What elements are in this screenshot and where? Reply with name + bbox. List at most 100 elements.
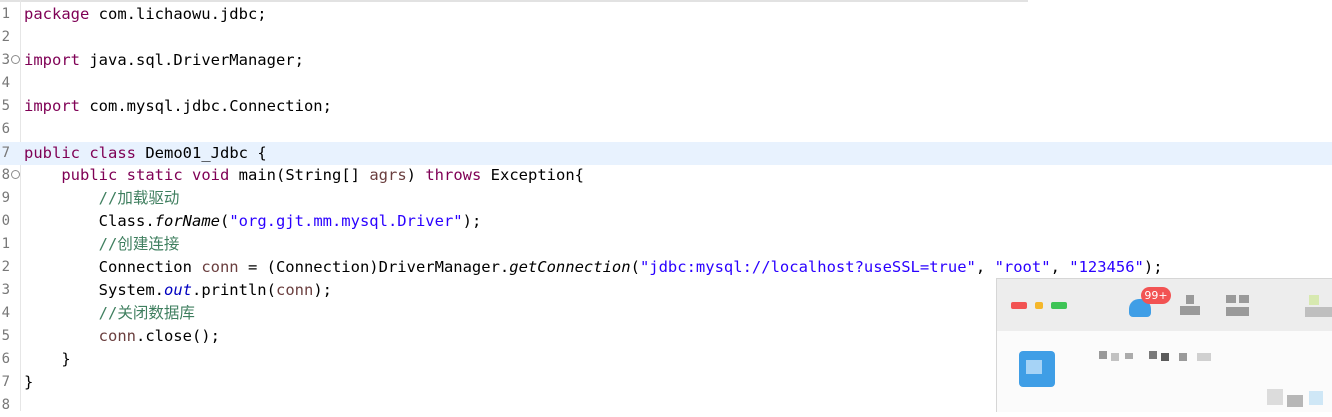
code-text: import com.mysql.jdbc.Connection; — [24, 95, 332, 118]
code-token: com.mysql.jdbc.Connection; — [80, 97, 332, 115]
code-token: conn — [98, 327, 136, 345]
code-line[interactable]: 4 — [0, 72, 1332, 95]
keyword: import — [24, 51, 80, 69]
code-token: getConnection — [509, 258, 631, 276]
code-token: .close(); — [135, 327, 220, 345]
contacts-icon[interactable] — [1178, 295, 1202, 317]
code-line[interactable]: 9 //加载驱动 — [0, 187, 1332, 210]
chat-app-window[interactable]: 99+ — [996, 278, 1332, 412]
code-line[interactable]: 0 Class.forName("org.gjt.mm.mysql.Driver… — [0, 210, 1332, 233]
code-text: Class.forName("org.gjt.mm.mysql.Driver")… — [24, 210, 482, 233]
fold-toggle-icon[interactable] — [11, 170, 20, 179]
line-number: 5 — [1, 328, 10, 344]
chat-toolbar: 99+ — [997, 279, 1332, 331]
comment: //加载驱动 — [98, 189, 180, 207]
keyword: class — [89, 144, 137, 162]
line-number: 7 — [1, 374, 10, 390]
code-token: = (Connection)DriverManager. — [238, 258, 510, 276]
code-token: System. — [24, 281, 164, 299]
code-token: agrs — [369, 166, 407, 184]
code-token: .println( — [191, 281, 276, 299]
line-number: 6 — [1, 351, 10, 367]
profile-icon[interactable] — [1305, 295, 1332, 319]
avatar-glyph — [1026, 360, 1042, 374]
code-token: ); — [462, 212, 482, 230]
line-number: 1 — [1, 236, 10, 252]
code-token: } — [24, 350, 71, 368]
apps-icon[interactable] — [1226, 295, 1250, 317]
line-number: 8 — [1, 167, 10, 183]
line-number: 2 — [1, 29, 10, 45]
code-token: main(String[] — [229, 166, 370, 184]
code-token: ); — [313, 281, 332, 299]
close-dot[interactable] — [1011, 302, 1027, 309]
string-literal: "jdbc:mysql://localhost?useSSL=true" — [639, 258, 976, 276]
line-number: 5 — [1, 98, 10, 114]
comment: //关闭数据库 — [98, 304, 195, 322]
line-number: 6 — [1, 121, 10, 137]
code-text: package com.lichaowu.jdbc; — [24, 3, 267, 26]
line-number: 7 — [1, 145, 10, 161]
code-line[interactable]: 1 //创建连接 — [0, 233, 1332, 256]
code-token: Class. — [24, 212, 155, 230]
line-number: 2 — [1, 259, 10, 275]
contact-avatar[interactable] — [1019, 351, 1055, 387]
line-number: 4 — [1, 305, 10, 321]
code-token: ) — [406, 166, 426, 184]
code-token: , — [975, 258, 995, 276]
line-number: 9 — [1, 190, 10, 206]
code-token: com.lichaowu.jdbc; — [89, 5, 267, 23]
code-text: public static void main(String[] agrs) t… — [24, 164, 584, 187]
code-token: forName — [154, 212, 220, 230]
comment: //创建连接 — [98, 235, 180, 253]
line-number: 3 — [1, 282, 10, 298]
code-token: Demo01_Jdbc { — [136, 144, 267, 162]
keyword: void — [192, 166, 230, 184]
keyword: public — [61, 166, 118, 184]
line-number: 3 — [1, 52, 10, 68]
code-token: Exception{ — [481, 166, 584, 184]
fold-toggle-icon[interactable] — [11, 55, 20, 64]
string-literal: "123456" — [1069, 258, 1144, 276]
keyword: static — [126, 166, 183, 184]
code-line[interactable]: 6 — [0, 118, 1332, 141]
code-text: public class Demo01_Jdbc { — [24, 142, 267, 165]
code-line[interactable]: 8 public static void main(String[] agrs)… — [0, 164, 1332, 187]
maximize-dot[interactable] — [1051, 302, 1067, 309]
code-line[interactable]: 7 public class Demo01_Jdbc { — [0, 142, 1332, 165]
line-number: 1 — [1, 6, 10, 22]
keyword: throws — [425, 166, 482, 184]
code-line[interactable]: 2 Connection conn = (Connection)DriverMa… — [0, 256, 1332, 279]
code-text: Connection conn = (Connection)DriverMana… — [24, 256, 1163, 279]
code-token: ( — [219, 212, 230, 230]
code-line[interactable]: 2 — [0, 26, 1332, 49]
keyword: public — [24, 144, 80, 162]
code-line[interactable]: 1 package com.lichaowu.jdbc; — [0, 3, 1332, 26]
code-text: System.out.println(conn); — [24, 279, 332, 302]
line-number: 8 — [1, 397, 10, 413]
code-text: import java.sql.DriverManager; — [24, 49, 304, 72]
code-text: //加载驱动 — [24, 187, 180, 210]
code-text: conn.close(); — [24, 325, 220, 348]
line-number: 4 — [1, 75, 10, 91]
string-literal: "root" — [994, 258, 1051, 276]
line-number: 0 — [1, 213, 10, 229]
editor-top-border — [0, 0, 1028, 2]
code-text: //创建连接 — [24, 233, 180, 256]
code-token: ( — [630, 258, 640, 276]
code-token: ); — [1143, 258, 1163, 276]
keyword: import — [24, 97, 80, 115]
code-line[interactable]: 5 import com.mysql.jdbc.Connection; — [0, 95, 1332, 118]
code-token: java.sql.DriverManager; — [80, 51, 304, 69]
code-token: out — [163, 281, 192, 299]
minimize-dot[interactable] — [1035, 302, 1043, 309]
code-line[interactable]: 3 import java.sql.DriverManager; — [0, 49, 1332, 72]
